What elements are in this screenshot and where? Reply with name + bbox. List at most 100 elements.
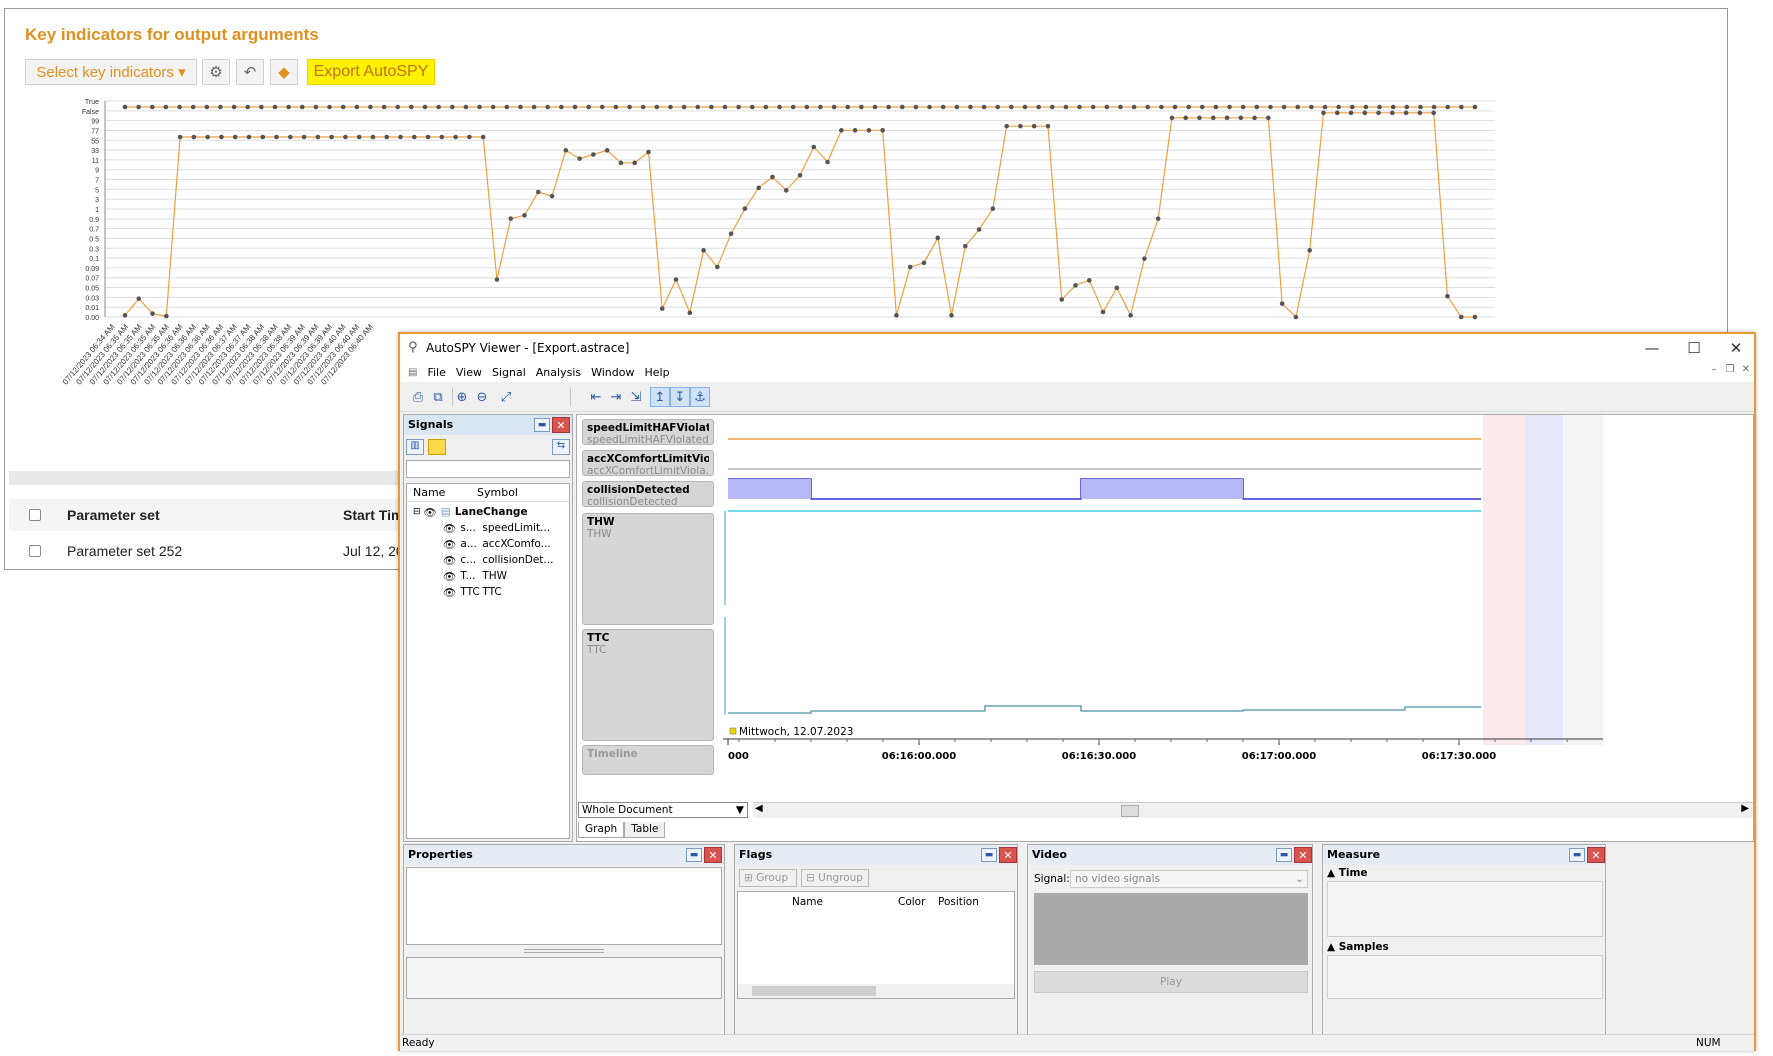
signal-filter-input[interactable] — [406, 460, 570, 478]
select-all-checkbox[interactable] — [29, 509, 41, 521]
col-parameter-set[interactable]: Parameter set — [67, 507, 343, 523]
signal-label-accx[interactable]: accXComfortLimitViol... accXComfortLimit… — [582, 450, 714, 477]
close-button[interactable]: ✕ — [1716, 336, 1756, 360]
col-name[interactable]: Name — [413, 486, 445, 499]
pane-close-button[interactable]: ✕ — [1294, 847, 1312, 863]
cursor-right-button[interactable]: ⇥ — [606, 387, 626, 407]
cursor-left-button[interactable]: ⇤ — [586, 387, 606, 407]
col-position[interactable]: Position — [938, 896, 979, 908]
tree-group-row[interactable]: ⊟ 👁 ▤ LaneChange — [413, 504, 528, 520]
data-point — [1186, 104, 1191, 110]
menu-analysis[interactable]: Analysis — [536, 366, 581, 379]
tree-item[interactable]: 👁 a... accXComfo... — [443, 536, 551, 552]
measure-pane-header: Measure ▬ ✕ — [1323, 845, 1605, 865]
pane-minimize-button[interactable]: ▬ — [1276, 848, 1292, 862]
reset-button[interactable]: ↶ — [236, 59, 264, 85]
step-next-button[interactable]: ↧ — [670, 387, 690, 407]
tab-table[interactable]: Table — [624, 822, 666, 838]
menu-file[interactable]: File — [427, 366, 445, 379]
mdi-restore-button[interactable]: ❐ — [1722, 364, 1738, 375]
eye-icon: 👁 — [423, 506, 437, 519]
export-autospy-button[interactable]: Export AutoSPY — [307, 59, 435, 85]
menu-help[interactable]: Help — [644, 366, 669, 379]
title-bar[interactable]: ⚲ AutoSPY Viewer - [Export.astrace] — ☐ … — [400, 334, 1754, 362]
mdi-minimize-button[interactable]: – — [1706, 364, 1722, 375]
select-key-indicators-dropdown[interactable]: Select key indicators ▾ — [25, 59, 197, 85]
column-view-button[interactable]: ▥ — [406, 439, 424, 455]
data-point — [122, 104, 128, 110]
pane-minimize-button[interactable]: ▬ — [534, 418, 550, 432]
zoom-out-button[interactable]: ⊖ — [472, 387, 492, 407]
cursor-mark-button[interactable]: ⇲ — [626, 387, 646, 407]
col-name[interactable]: Name — [792, 896, 823, 908]
menu-view[interactable]: View — [456, 366, 482, 379]
pane-close-button[interactable]: ✕ — [999, 847, 1017, 863]
data-point — [1059, 297, 1065, 302]
signal-label-name: speedLimitHAFViolated — [587, 422, 709, 434]
pane-close-button[interactable]: ✕ — [1587, 847, 1605, 863]
zoom-in-button[interactable]: ⊕ — [452, 387, 472, 407]
signal-label-timeline[interactable]: Timeline — [582, 745, 714, 775]
signal-label-collision[interactable]: collisionDetected collisionDetected — [582, 481, 714, 508]
folder-view-button[interactable] — [428, 439, 446, 455]
play-button[interactable]: Play — [1034, 971, 1308, 993]
video-signal-select[interactable]: no video signals ⌄ — [1070, 870, 1308, 888]
step-prev-button[interactable]: ↥ — [650, 387, 670, 407]
y-tick-label: 0.07 — [85, 276, 99, 283]
ungroup-button[interactable]: ⊟ Ungroup — [801, 869, 869, 887]
splitter-grip[interactable] — [524, 949, 604, 953]
scroll-thumb[interactable] — [752, 986, 876, 996]
minimize-button[interactable]: — — [1632, 336, 1672, 360]
status-bar: Ready NUM — [400, 1034, 1754, 1051]
tree-item[interactable]: 👁 T... THW — [443, 568, 507, 584]
anchor-button[interactable]: ⚓ — [690, 387, 710, 407]
samples-section-header[interactable]: ▲ Samples — [1327, 941, 1389, 953]
time-section-header[interactable]: ▲ Time — [1327, 867, 1368, 879]
signal-label-thw[interactable]: THW THW — [582, 513, 714, 625]
signal-label-speedlimit[interactable]: speedLimitHAFViolated speedLimitHAFViola… — [582, 419, 714, 446]
col-color[interactable]: Color — [898, 896, 925, 908]
pane-close-button[interactable]: ✕ — [552, 417, 570, 433]
highlight-button[interactable]: ◆ — [270, 59, 298, 85]
data-point — [852, 128, 858, 133]
pane-minimize-button[interactable]: ▬ — [1569, 848, 1585, 862]
tree-item[interactable]: 👁 TTC TTC — [443, 584, 502, 600]
scroll-left-icon[interactable]: ◀ — [755, 803, 763, 814]
tree-item[interactable]: 👁 c... collisionDet... — [443, 552, 553, 568]
trace-ttc — [728, 705, 1481, 714]
scroll-right-icon[interactable]: ▶ — [1741, 803, 1749, 814]
video-signal-value: no video signals — [1075, 873, 1160, 885]
horizontal-scrollbar[interactable]: ◀ ▶ — [753, 802, 1753, 818]
col-symbol[interactable]: Symbol — [477, 486, 518, 499]
zoom-fit-button[interactable]: ⤢ — [496, 387, 516, 407]
menu-window[interactable]: Window — [591, 366, 634, 379]
group-button[interactable]: ⊞ Group — [739, 869, 797, 887]
item-name: T... — [460, 570, 476, 582]
mdi-close-button[interactable]: ✕ — [1738, 364, 1754, 375]
pane-minimize-button[interactable]: ▬ — [981, 848, 997, 862]
data-point — [398, 134, 403, 140]
chevron-down-icon: ⌄ — [1295, 873, 1304, 885]
menu-signal[interactable]: Signal — [492, 366, 526, 379]
collision-true-region — [1081, 479, 1243, 499]
data-point — [422, 104, 428, 110]
copy-button[interactable]: ⧉ — [428, 387, 448, 407]
flags-hscroll[interactable] — [738, 984, 1014, 998]
row-checkbox[interactable] — [29, 545, 41, 557]
tree-item[interactable]: 👁 s... speedLimit... — [443, 520, 550, 536]
settings-button[interactable]: ⚙ — [202, 59, 230, 85]
maximize-button[interactable]: ☐ — [1674, 336, 1714, 360]
view-range-select[interactable]: Whole Document ▼ — [578, 802, 748, 818]
pane-close-button[interactable]: ✕ — [704, 847, 722, 863]
sync-button[interactable]: ⇆ — [552, 439, 570, 455]
signal-label-ttc[interactable]: TTC TTC — [582, 629, 714, 741]
y-tick-label: 3 — [95, 197, 99, 204]
signal-traces[interactable]: 0-0,2-0,4-0,6-0,8-1 2015105 Mittwoch, 12… — [723, 415, 1753, 799]
signal-label-symbol: collisionDetected — [587, 496, 678, 508]
pane-minimize-button[interactable]: ▬ — [686, 848, 702, 862]
tab-graph[interactable]: Graph — [578, 822, 625, 838]
scroll-thumb[interactable] — [1121, 805, 1139, 817]
print-preview-button[interactable]: ⎙ — [408, 387, 428, 407]
properties-title: Properties — [408, 848, 473, 861]
data-point — [927, 104, 932, 110]
